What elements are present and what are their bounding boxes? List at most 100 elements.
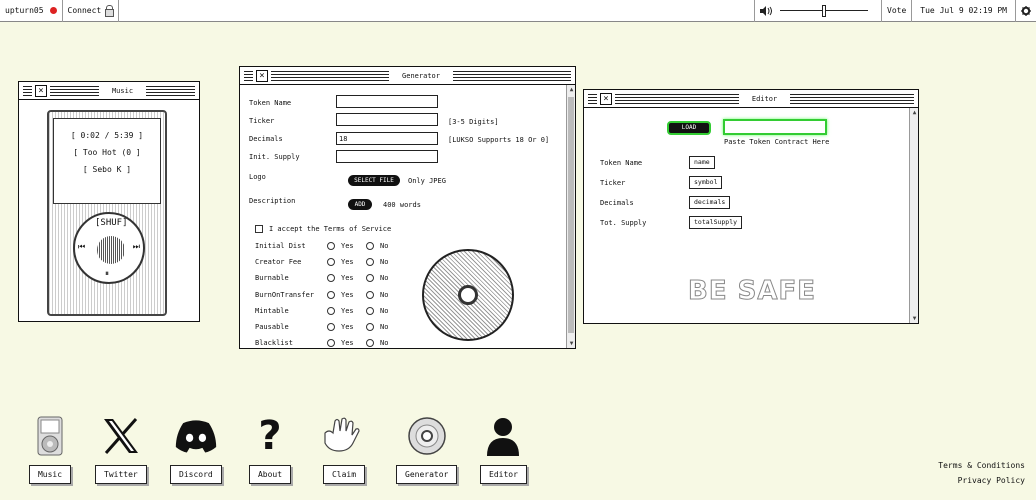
center-button[interactable] [97,236,125,264]
music-titlebar[interactable]: × Music [19,82,199,100]
editor-row-label: Ticker [600,179,626,187]
option-yes-radio[interactable] [327,339,335,348]
option-no-radio[interactable] [366,242,374,250]
option-no-radio[interactable] [366,323,374,331]
person-icon[interactable] [481,415,525,457]
close-icon[interactable]: × [35,84,47,97]
player-screen: [ 0:02 / 5:39 ] [ Too Hot (0 ] [ Sebo K … [53,118,161,204]
tos-checkbox[interactable] [255,225,263,233]
dock-label[interactable]: About [248,465,292,484]
decimals-input[interactable]: 18 [336,132,438,145]
dock-discord[interactable]: Discord [170,415,222,484]
add-description-button[interactable]: ADD [348,199,372,210]
privacy-link[interactable]: Privacy Policy [938,473,1025,488]
volume-control[interactable] [754,0,881,22]
vote-button[interactable]: Vote [881,0,911,22]
option-yes-radio[interactable] [327,242,335,250]
titlebar-stripes [588,93,597,104]
disc-icon[interactable] [405,415,449,457]
dock-editor[interactable]: Editor [480,415,527,484]
option-yes-radio[interactable] [327,274,335,283]
generator-window: × Generator Token Name Ticker [3-5 Digit… [239,66,576,349]
scroll-thumb[interactable] [568,97,574,333]
option-label: BurnOnTransfer [255,290,315,299]
window-title: Editor [751,94,778,103]
scroll-up-icon[interactable]: ▲ [567,86,575,93]
option-yes-radio[interactable] [327,306,335,315]
option-no-radio[interactable] [366,339,374,348]
no-label: No [380,242,389,250]
datetime: Tue Jul 9 02:19 PM [920,6,1007,15]
dock-label[interactable]: Claim [322,465,366,484]
window-title: Music [111,86,134,95]
editor-row-value: totalSupply [689,216,743,229]
next-icon[interactable]: ⏭ [133,242,140,252]
user-cell[interactable]: upturn05 [0,0,63,22]
volume-knob[interactable] [822,4,827,17]
close-icon[interactable]: × [600,92,612,105]
description-hint: 400 words [383,201,421,209]
option-yes-radio[interactable] [327,290,335,299]
option-no-radio[interactable] [366,290,374,299]
scroll-up-icon[interactable]: ▲ [910,109,918,116]
ipod-icon[interactable] [28,415,72,457]
question-icon[interactable]: ? [248,413,292,459]
dock-label[interactable]: Twitter [95,465,147,484]
editor-row-label: Tot. Supply [600,219,647,227]
option-yes-radio[interactable] [327,323,335,331]
click-wheel[interactable]: [SHUF] ⏮ ⏭ ⏸ [73,212,145,284]
dock-twitter[interactable]: Twitter [95,415,147,484]
pause-icon[interactable]: ⏸ [105,269,109,279]
titlebar-stripes [790,93,915,104]
dock-label[interactable]: Music [28,465,72,484]
track-time: [ 0:02 / 5:39 ] [70,131,144,140]
shuffle-button[interactable]: [SHUF] [95,218,128,228]
clock: Tue Jul 9 02:19 PM [911,0,1015,22]
hand-icon[interactable] [318,415,370,457]
option-no-radio[interactable] [366,306,374,315]
option-yes-radio[interactable] [327,258,335,267]
init-supply-input[interactable] [336,150,438,163]
load-button[interactable]: LOAD [667,121,711,135]
dock-about[interactable]: ? About [248,413,292,484]
connect-button[interactable]: Connect [63,0,120,22]
scroll-down-icon[interactable]: ▼ [910,315,918,322]
option-no-radio[interactable] [366,258,374,267]
be-safe-banner: BE SAFE [688,276,816,307]
no-label: No [380,274,389,283]
dock-generator[interactable]: Generator [396,415,458,484]
scroll-down-icon[interactable]: ▼ [567,340,575,347]
close-icon[interactable]: × [256,69,268,82]
editor-window: × Editor LOAD Paste Token Contract Here … [583,89,919,324]
titlebar-stripes [50,85,99,96]
track-title: [ Too Hot (0 ] [73,148,141,157]
x-logo-icon[interactable] [99,415,143,457]
titlebar-stripes [244,70,253,81]
contract-input[interactable] [723,119,827,135]
token-name-input[interactable] [336,95,438,108]
dock-label[interactable]: Editor [480,465,527,484]
editor-scrollbar[interactable]: ▲ ▼ [909,108,918,323]
gear-icon [1021,5,1031,16]
disc-icon [422,249,514,341]
paste-hint: Paste Token Contract Here [724,138,830,146]
no-label: No [380,339,389,348]
option-label: Initial Dist [255,242,306,250]
dock-label[interactable]: Discord [170,465,222,484]
generator-scrollbar[interactable]: ▲ ▼ [566,85,575,348]
option-label: Pausable [255,323,289,331]
speaker-icon[interactable] [760,5,773,16]
dock-claim[interactable]: Claim [318,415,370,484]
volume-slider[interactable] [780,4,869,17]
generator-titlebar[interactable]: × Generator [240,67,575,85]
editor-titlebar[interactable]: × Editor [584,90,918,108]
dock-music[interactable]: Music [28,415,72,484]
dock-label[interactable]: Generator [396,465,458,484]
select-file-button[interactable]: SELECT FILE [348,175,400,186]
ticker-input[interactable] [336,113,438,126]
prev-icon[interactable]: ⏮ [78,242,85,252]
option-no-radio[interactable] [366,274,374,283]
settings-button[interactable] [1015,0,1036,22]
discord-icon[interactable] [174,415,218,457]
terms-link[interactable]: Terms & Conditions [938,458,1025,473]
